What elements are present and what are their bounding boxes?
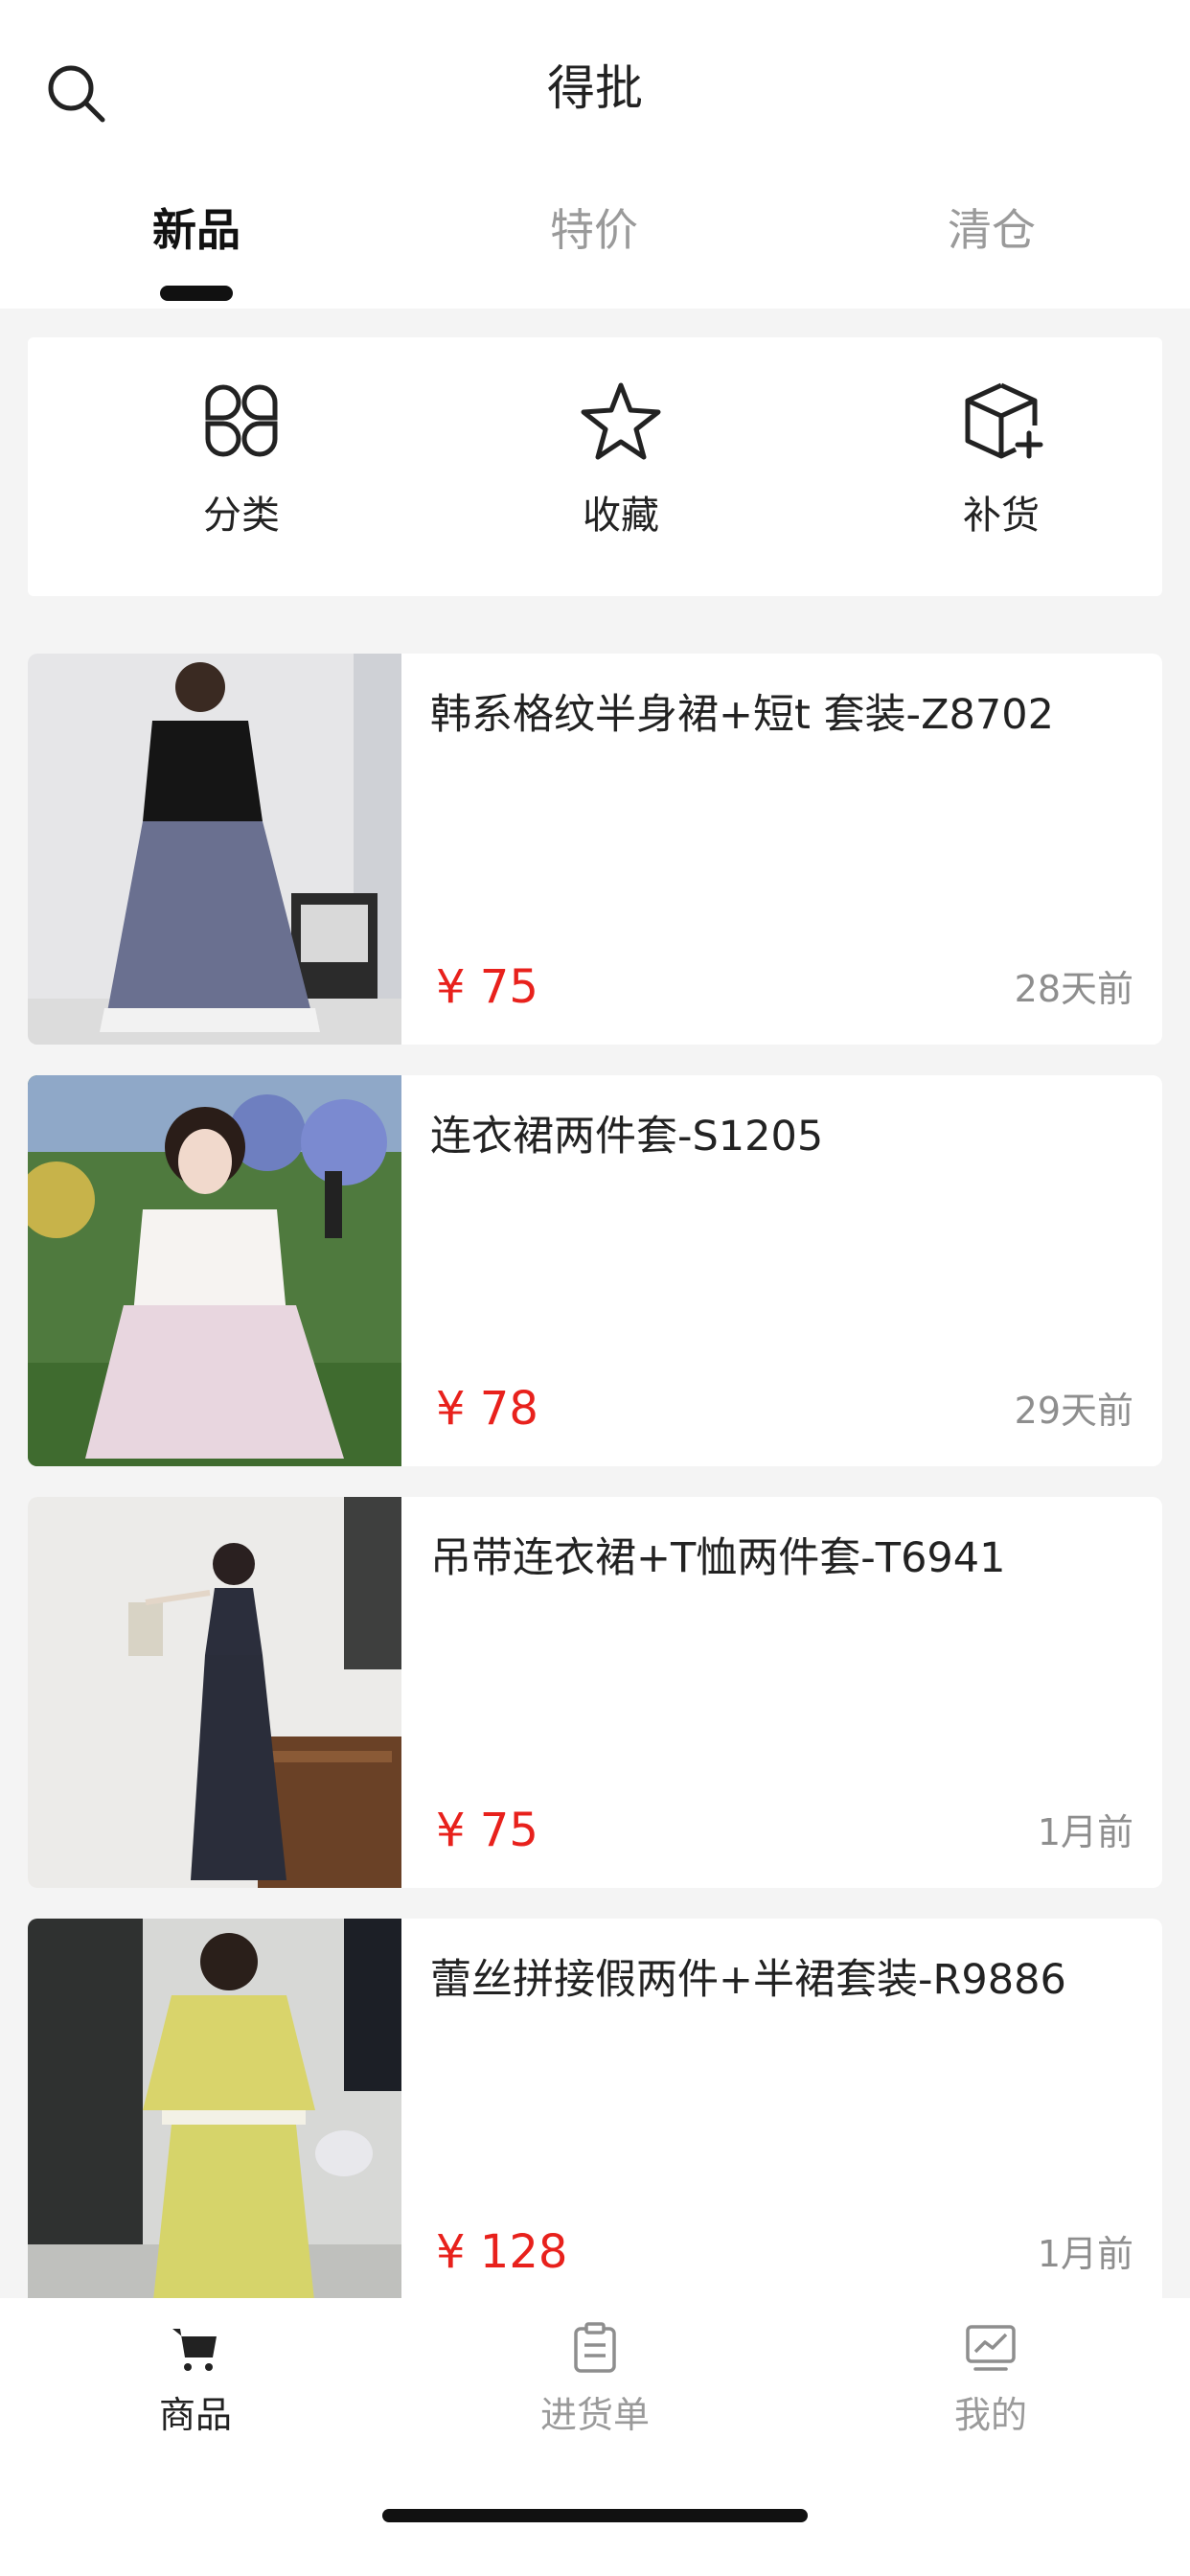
tab-bar: 新品 特价 清仓 [0, 182, 1190, 309]
product-time: 28天前 [1014, 968, 1133, 1010]
nav-purchase-order-label: 进货单 [539, 2394, 650, 2436]
quick-action-category[interactable]: 分类 [98, 337, 385, 596]
tab-new[interactable]: 新品 [72, 182, 321, 309]
tab-active-indicator [160, 286, 233, 301]
quick-actions-card: 分类 收藏 补货 [28, 337, 1162, 596]
quick-action-favorites[interactable]: 收藏 [477, 337, 765, 596]
product-image [28, 654, 401, 1045]
product-name: 韩系格纹半身裙+短t 套装-Z8702 [430, 691, 1054, 739]
star-icon [581, 382, 661, 460]
product-image [28, 1075, 401, 1466]
product-card[interactable]: 蕾丝拼接假两件+半裙套装-R9886 ¥ 128 1月前 [28, 1919, 1162, 2310]
product-price: ¥ 78 [436, 1382, 538, 1436]
quick-action-favorites-label: 收藏 [583, 494, 659, 538]
quick-action-restock[interactable]: 补货 [858, 337, 1145, 596]
tab-special-price-label: 特价 [550, 204, 638, 256]
nav-mine[interactable]: 我的 [876, 2321, 1106, 2465]
product-name: 蕾丝拼接假两件+半裙套装-R9886 [430, 1956, 1066, 2004]
product-card[interactable]: 连衣裙两件套-S1205 ¥ 78 29天前 [28, 1075, 1162, 1466]
product-card[interactable]: 吊带连衣裙+T恤两件套-T6941 ¥ 75 1月前 [28, 1497, 1162, 1888]
category-grid-icon [205, 384, 278, 457]
home-indicator[interactable] [382, 2509, 808, 2522]
app-screen: 得批 新品 特价 清仓 分类 收藏 补货 韩系格纹半身裙+短t 套装-Z8702… [0, 0, 1190, 2576]
nav-mine-label: 我的 [953, 2394, 1027, 2436]
box-add-icon [965, 382, 1043, 459]
product-time: 29天前 [1014, 1390, 1133, 1432]
bottom-nav: 商品 进货单 我的 [0, 2298, 1190, 2576]
tab-clearance-label: 清仓 [948, 204, 1036, 256]
product-price: ¥ 75 [436, 960, 538, 1014]
nav-products[interactable]: 商品 [80, 2321, 310, 2465]
tab-new-label: 新品 [152, 204, 240, 256]
product-time: 1月前 [1037, 2233, 1133, 2275]
product-price: ¥ 75 [436, 1804, 538, 1857]
nav-purchase-order[interactable]: 进货单 [480, 2321, 710, 2465]
product-name: 吊带连衣裙+T恤两件套-T6941 [430, 1534, 1006, 1582]
quick-action-category-label: 分类 [203, 494, 280, 538]
header: 得批 新品 特价 清仓 [0, 0, 1190, 309]
product-name: 连衣裙两件套-S1205 [430, 1113, 824, 1161]
product-card[interactable]: 韩系格纹半身裙+短t 套装-Z8702 ¥ 75 28天前 [28, 654, 1162, 1045]
tab-special-price[interactable]: 特价 [469, 182, 719, 309]
product-time: 1月前 [1037, 1811, 1133, 1853]
product-price: ¥ 128 [436, 2225, 568, 2279]
tab-clearance[interactable]: 清仓 [867, 182, 1116, 309]
nav-products-label: 商品 [158, 2394, 232, 2436]
quick-action-restock-label: 补货 [963, 494, 1040, 538]
app-title: 得批 [547, 60, 643, 116]
chart-icon [966, 2325, 1016, 2371]
clipboard-icon [574, 2322, 616, 2373]
product-image [28, 1919, 401, 2310]
product-image [28, 1497, 401, 1888]
cart-icon [172, 2329, 217, 2371]
